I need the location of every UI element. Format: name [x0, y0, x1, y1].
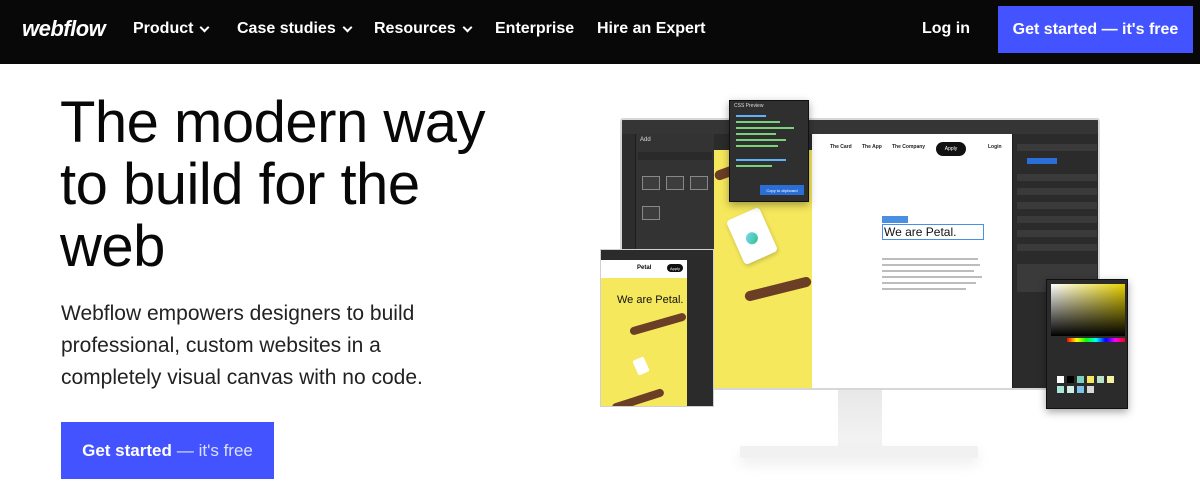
- hand-graphic: [743, 275, 813, 303]
- canvas-login-link: Login: [988, 144, 1002, 150]
- canvas-paragraph-line: [882, 264, 980, 266]
- code-line: [736, 115, 766, 117]
- add-panel: Add: [636, 134, 714, 256]
- container-tile-icon: [666, 176, 684, 190]
- style-panel-row: [1017, 144, 1097, 151]
- add-panel-tabs: [638, 152, 712, 160]
- chevron-down-icon: [462, 22, 473, 32]
- hero-title: The modern way to build for the web: [60, 90, 485, 279]
- code-line: [736, 159, 786, 161]
- hero-cta-sublabel: — it's free: [176, 440, 253, 460]
- color-swatch: [1087, 386, 1094, 393]
- nav-item-product[interactable]: Product: [133, 20, 210, 38]
- nav-item-label: Hire an Expert: [597, 20, 706, 37]
- code-line: [736, 165, 772, 167]
- mobile-heading: We are Petal.: [617, 294, 684, 306]
- chevron-down-icon: [200, 22, 210, 32]
- nav-item-label: Case studies: [237, 20, 336, 37]
- color-swatch: [1057, 376, 1064, 383]
- petal-card-graphic: [725, 206, 779, 266]
- style-panel-row: [1017, 202, 1097, 209]
- canvas-apply-button: Apply: [936, 142, 966, 156]
- color-swatch: [1057, 386, 1064, 393]
- style-panel-row: [1017, 174, 1097, 181]
- copy-to-clipboard-button: Copy to clipboard: [760, 185, 804, 195]
- color-swatch: [1097, 376, 1104, 383]
- login-link[interactable]: Log in: [922, 20, 970, 38]
- code-line: [736, 133, 776, 135]
- style-panel-row: [1017, 230, 1097, 237]
- hand-graphic: [629, 312, 687, 336]
- hero-subtitle: Webflow empowers designers to build prof…: [61, 302, 423, 389]
- selection-tag: [882, 216, 908, 223]
- mobile-brand: Petal: [637, 265, 652, 271]
- designer-canvas: The Card The App The Company Apply Login…: [812, 134, 1012, 388]
- canvas-nav-link: The Card: [830, 144, 852, 150]
- color-swatch: [1087, 376, 1094, 383]
- hero-cta-label: Get started: [82, 440, 172, 460]
- monitor-stand: [838, 390, 882, 448]
- chevron-down-icon: [342, 22, 353, 32]
- petal-logo-icon: [743, 230, 760, 247]
- get-started-nav-button[interactable]: Get started — it's free: [998, 6, 1193, 53]
- code-line: [736, 127, 794, 129]
- nav-item-resources[interactable]: Resources: [374, 20, 473, 38]
- monitor-stand-base: [740, 446, 978, 458]
- code-line: [736, 121, 780, 123]
- nav-item-hire-expert[interactable]: Hire an Expert: [597, 20, 705, 38]
- hue-slider: [1067, 338, 1125, 342]
- selector-chip: [1027, 158, 1057, 164]
- grid-tile-icon: [690, 176, 708, 190]
- mobile-preview: Petal Apply We are Petal.: [600, 249, 714, 407]
- canvas-paragraph-line: [882, 282, 976, 284]
- nav-item-label: Resources: [374, 20, 456, 37]
- get-started-hero-button[interactable]: Get started — it's free: [61, 422, 274, 479]
- color-swatch: [1107, 376, 1114, 383]
- mobile-card-graphic: [632, 356, 650, 376]
- color-swatch: [1077, 386, 1084, 393]
- color-swatch: [1067, 386, 1074, 393]
- add-panel-title: Add: [640, 137, 651, 143]
- canvas-paragraph-line: [882, 270, 974, 272]
- mobile-apply-button: Apply: [667, 264, 683, 272]
- code-line: [736, 145, 778, 147]
- nav-item-enterprise[interactable]: Enterprise: [495, 20, 574, 38]
- nav-item-label: Enterprise: [495, 20, 575, 37]
- nav-item-case-studies[interactable]: Case studies: [237, 20, 353, 38]
- canvas-nav-link: The Company: [892, 144, 926, 150]
- css-preview-title: CSS Preview: [734, 103, 764, 109]
- canvas-paragraph-line: [882, 276, 982, 278]
- color-picker-popup: [1046, 279, 1128, 409]
- hand-graphic: [611, 387, 665, 406]
- color-swatch: [1067, 376, 1074, 383]
- style-panel-row: [1017, 244, 1097, 251]
- canvas-heading: We are Petal.: [882, 224, 984, 240]
- canvas-paragraph-line: [882, 258, 978, 260]
- designer-topbar: [622, 120, 1098, 134]
- columns-tile-icon: [642, 206, 660, 220]
- nav-item-label: Product: [133, 20, 194, 37]
- style-panel-row: [1017, 216, 1097, 223]
- canvas-nav-link: The App: [862, 144, 882, 150]
- webflow-logo[interactable]: webflow: [22, 16, 106, 42]
- code-line: [736, 139, 786, 141]
- canvas-paragraph-line: [882, 288, 966, 290]
- style-panel-row: [1017, 188, 1097, 195]
- color-swatch: [1077, 376, 1084, 383]
- css-preview-popup: CSS Preview Copy to clipboard: [729, 100, 809, 202]
- mobile-screen: Petal Apply We are Petal.: [601, 260, 687, 406]
- color-gradient-area: [1051, 284, 1125, 336]
- top-nav: webflow Product Case studies Resources E…: [0, 0, 1200, 64]
- section-tile-icon: [642, 176, 660, 190]
